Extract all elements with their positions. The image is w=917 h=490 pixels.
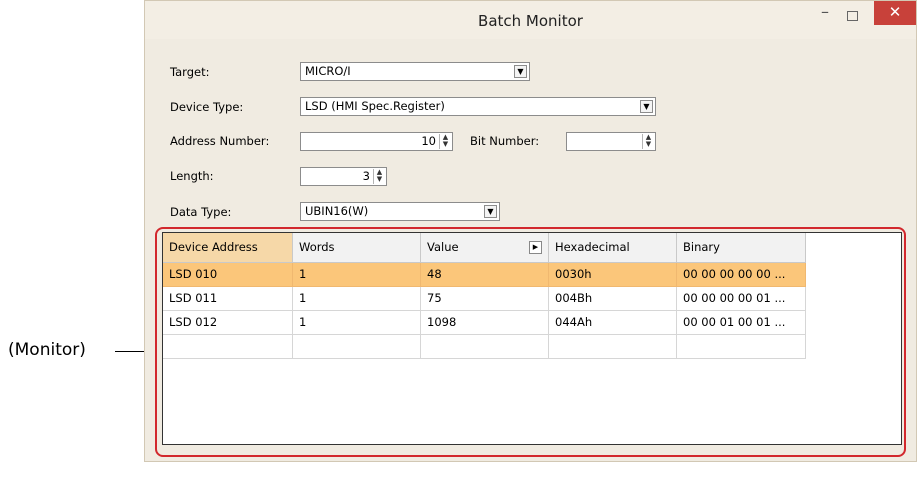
table-row[interactable]: LSD 010 1 48 0030h 00 00 00 00 00 ... [163,263,806,287]
bit-number-input[interactable]: ▲ ▼ [566,132,656,151]
cell-value [421,335,549,359]
data-type-select[interactable]: UBIN16(W) ▼ [300,202,500,221]
column-header-binary[interactable]: Binary [677,233,806,263]
cell-hexadecimal [549,335,677,359]
cell-words: 1 [293,287,421,311]
chevron-down-icon[interactable]: ▼ [514,65,527,78]
cell-words [293,335,421,359]
cell-device-address: LSD 012 [163,311,293,335]
minimize-button[interactable]: – [821,4,835,21]
spinner-icon[interactable]: ▲ ▼ [373,169,385,184]
device-type-select[interactable]: LSD (HMI Spec.Register) ▼ [300,97,656,116]
title-bar[interactable]: Batch Monitor – ✕ [145,1,916,39]
cell-hexadecimal: 0030h [549,263,677,287]
cell-binary: 00 00 01 00 01 ... [677,311,806,335]
cell-value: 1098 [421,311,549,335]
cell-words: 1 [293,311,421,335]
column-header-words[interactable]: Words [293,233,421,263]
table-row-empty[interactable] [163,335,806,359]
cell-hexadecimal: 044Ah [549,311,677,335]
cell-binary [677,335,806,359]
batch-monitor-window: Batch Monitor – ✕ Target: MICRO/I ▼ Devi… [144,0,917,462]
bit-number-label: Bit Number: [470,134,540,148]
data-type-label: Data Type: [170,205,232,219]
length-label: Length: [170,169,214,183]
column-header-hexadecimal[interactable]: Hexadecimal [549,233,677,263]
cell-value: 75 [421,287,549,311]
device-type-value: LSD (HMI Spec.Register) [305,99,445,113]
cell-device-address [163,335,293,359]
length-input[interactable]: 3 ▲ ▼ [300,167,387,186]
column-header-device-address[interactable]: Device Address [163,233,293,263]
target-label: Target: [170,65,210,79]
cell-device-address: LSD 011 [163,287,293,311]
cell-binary: 00 00 00 00 00 ... [677,263,806,287]
window-title: Batch Monitor [478,12,583,30]
chevron-down-icon[interactable]: ▼ [484,205,497,218]
table-row[interactable]: LSD 011 1 75 004Bh 00 00 00 00 01 ... [163,287,806,311]
cell-hexadecimal: 004Bh [549,287,677,311]
spinner-icon[interactable]: ▲ ▼ [642,134,654,149]
address-number-input[interactable]: 10 ▲ ▼ [300,132,453,151]
monitor-callout-label: (Monitor) [8,340,86,360]
maximize-button[interactable] [847,11,858,21]
monitor-grid[interactable]: Device Address Words Value ▶ Hexadecimal… [162,232,902,445]
cell-binary: 00 00 00 00 01 ... [677,287,806,311]
address-number-label: Address Number: [170,134,270,148]
device-type-label: Device Type: [170,100,244,114]
chevron-down-icon[interactable]: ▼ [640,100,653,113]
cell-value: 48 [421,263,549,287]
length-value: 3 [362,169,370,183]
play-icon[interactable]: ▶ [529,241,542,254]
data-type-value: UBIN16(W) [305,204,369,218]
table-row[interactable]: LSD 012 1 1098 044Ah 00 00 01 00 01 ... [163,311,806,335]
target-value: MICRO/I [305,64,351,78]
address-number-value: 10 [421,134,436,148]
spinner-icon[interactable]: ▲ ▼ [439,134,451,149]
cell-words: 1 [293,263,421,287]
target-select[interactable]: MICRO/I ▼ [300,62,530,81]
cell-device-address: LSD 010 [163,263,293,287]
close-button[interactable]: ✕ [874,1,916,25]
